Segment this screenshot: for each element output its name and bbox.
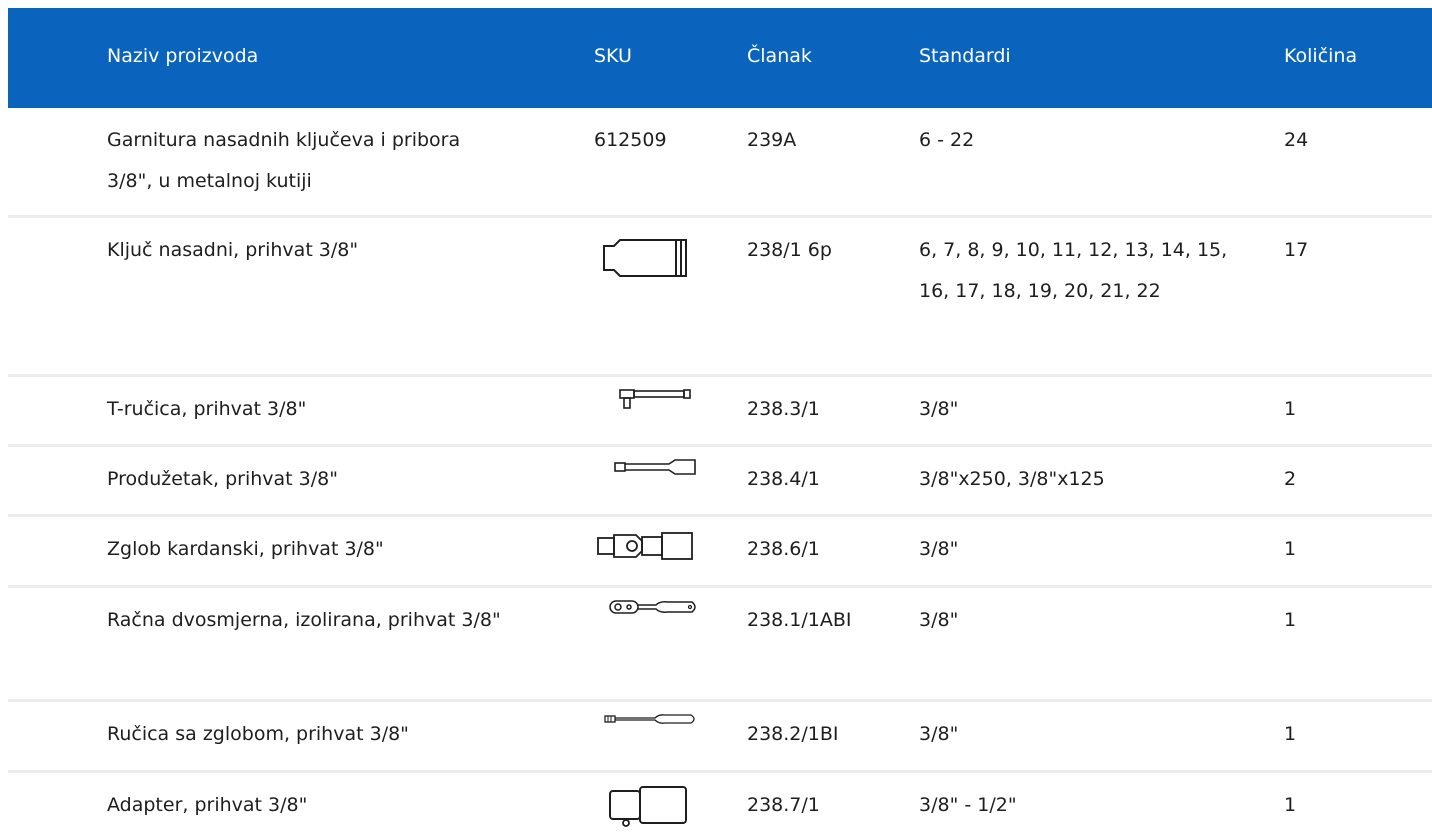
product-standards: 3/8" [919, 398, 959, 420]
table-header: Naziv proizvoda SKU Članak Standardi Kol… [8, 8, 1432, 108]
product-name: Ručica sa zglobom, prihvat 3/8" [107, 723, 409, 745]
product-article: 238.6/1 [747, 538, 820, 560]
product-name: Račna dvosmjerna, izolirana, prihvat 3/8… [107, 609, 501, 631]
product-name: Garnitura nasadnih ključeva i pribora 3/… [107, 129, 461, 192]
hinged-handle-icon [603, 711, 699, 727]
product-article: 239A [747, 129, 797, 151]
product-article: 238.2/1BI [747, 723, 839, 745]
product-quantity: 1 [1284, 794, 1297, 816]
product-standards: 3/8"x250, 3/8"x125 [919, 468, 1105, 490]
product-sku: 612509 [594, 129, 667, 151]
product-name: Adapter, prihvat 3/8" [107, 794, 308, 816]
product-name: Produžetak, prihvat 3/8" [107, 468, 338, 490]
table-row: T-ručica, prihvat 3/8" 238.3/1 3/8" 1 [8, 377, 1432, 447]
product-article: 238/1 6p [747, 239, 832, 261]
product-name: Ključ nasadni, prihvat 3/8" [107, 239, 359, 261]
ratchet-icon [608, 598, 700, 618]
product-quantity: 1 [1284, 609, 1297, 631]
product-standards: 3/8" - 1/2" [919, 794, 1017, 816]
table-row: Produžetak, prihvat 3/8" 238.4/1 3/8"x25… [8, 447, 1432, 517]
table-row: Ključ nasadni, prihvat 3/8" 238/1 6p 6, … [8, 218, 1432, 377]
extension-bar-icon [613, 457, 699, 479]
product-name: T-ručica, prihvat 3/8" [107, 398, 307, 420]
product-standards: 6, 7, 8, 9, 10, 11, 12, 13, 14, 15, 16, … [919, 239, 1228, 302]
product-quantity: 17 [1284, 239, 1309, 261]
product-quantity: 24 [1284, 129, 1309, 151]
adapter-icon [606, 785, 692, 829]
table-row: Ručica sa zglobom, prihvat 3/8" 238.2/1B… [8, 702, 1432, 773]
table-row: Garnitura nasadnih ključeva i pribora 3/… [8, 108, 1432, 218]
header-standards[interactable]: Standardi [919, 45, 1011, 67]
table-row: Račna dvosmjerna, izolirana, prihvat 3/8… [8, 588, 1432, 702]
product-article: 238.7/1 [747, 794, 820, 816]
product-table: Naziv proizvoda SKU Članak Standardi Kol… [8, 8, 1432, 833]
header-name[interactable]: Naziv proizvoda [107, 45, 258, 67]
product-name: Zglob kardanski, prihvat 3/8" [107, 538, 384, 560]
product-article: 238.3/1 [747, 398, 820, 420]
product-standards: 6 - 22 [919, 129, 975, 151]
product-quantity: 1 [1284, 538, 1297, 560]
product-standards: 3/8" [919, 538, 959, 560]
product-article: 238.4/1 [747, 468, 820, 490]
socket-icon [600, 236, 696, 280]
table-row: Zglob kardanski, prihvat 3/8" 238.6/1 3/… [8, 517, 1432, 588]
universal-joint-icon [596, 529, 696, 563]
header-article[interactable]: Članak [747, 45, 812, 67]
header-sku[interactable]: SKU [594, 45, 632, 67]
product-quantity: 2 [1284, 468, 1297, 490]
product-quantity: 1 [1284, 723, 1297, 745]
product-standards: 3/8" [919, 723, 959, 745]
header-quantity[interactable]: Količina [1284, 45, 1357, 67]
t-handle-icon [618, 387, 692, 413]
product-standards: 3/8" [919, 609, 959, 631]
product-quantity: 1 [1284, 398, 1297, 420]
product-article: 238.1/1ABI [747, 609, 852, 631]
table-row: Adapter, prihvat 3/8" 238.7/1 3/8" - 1/2… [8, 773, 1432, 833]
